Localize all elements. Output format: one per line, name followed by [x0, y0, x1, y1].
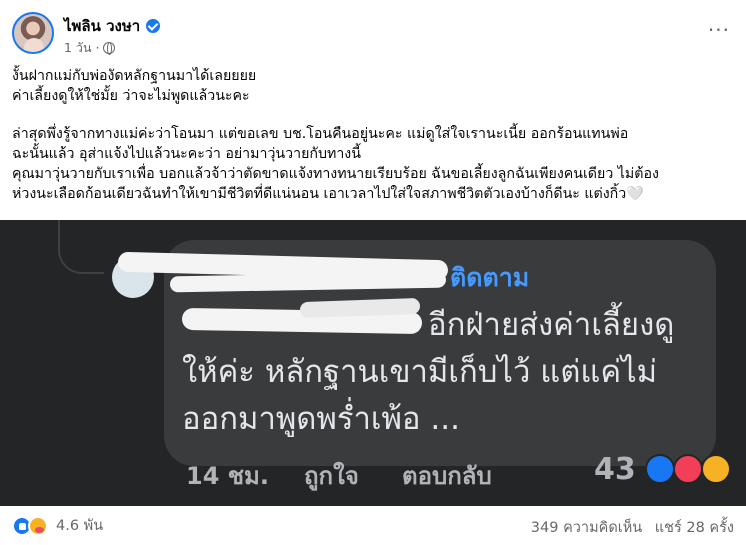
post-header: ไพลิน วงษา 1 วัน · ··· — [12, 10, 734, 58]
globe-icon — [103, 42, 116, 55]
follow-link: ติดตาม — [450, 263, 530, 292]
comment-like: ถูกใจ — [304, 462, 359, 490]
more-options-button[interactable]: ··· — [708, 18, 730, 42]
post-time[interactable]: 1 วัน · — [64, 38, 99, 58]
post-text: งั้นฝากแม่กับพ่องัดหลักฐานมาได้เลยยยย ค่… — [12, 66, 734, 204]
comment-line: ให้ค่ะ หลักฐานเขามีเก็บไว้ แต่แค่ไม่ — [182, 354, 658, 390]
comment-count[interactable]: 349 ความคิดเห็น — [531, 520, 642, 536]
post-paragraph: คุณมาวุ่นวายกับเราเพื่อ บอกแล้วจ้าว่าตัด… — [12, 166, 659, 182]
verified-badge-icon — [146, 19, 161, 33]
reaction-summary[interactable]: 4.6 พัน — [12, 514, 103, 537]
like-reaction-icon — [645, 454, 675, 484]
post-paragraph: ค่าเลี้ยงดูให้ใช่มั้ย ว่าจะไม่พูดแล้วนะค… — [12, 88, 250, 104]
post-paragraph: ห่วงนะเลือดก้อนเดียวฉันทำให้เขามีชีวิตที… — [12, 186, 644, 202]
comment-time: 14 ชม. — [186, 462, 269, 490]
post-paragraph: งั้นฝากแม่กับพ่องัดหลักฐานมาได้เลยยยย — [12, 68, 257, 84]
comment-reply: ตอบกลับ — [402, 462, 492, 490]
author-avatar[interactable] — [12, 12, 54, 54]
heart-reaction-icon — [673, 454, 703, 484]
comment-line: อีกฝ่ายส่งค่าเลี้ยงดู — [428, 307, 675, 343]
post-photo[interactable]: ติดตาม อีกฝ่ายส่งค่าเลี้ยงดู ให้ค่ะ หลัก… — [0, 220, 746, 506]
comment-line: ออกมาพูดพร่ำเพ้อ ... — [182, 401, 460, 437]
care-reaction-icon — [701, 454, 731, 484]
thread-line — [58, 220, 104, 274]
post-meta: 1 วัน · — [64, 38, 116, 58]
post-stats: 349 ความคิดเห็น แชร์ 28 ครั้ง — [523, 516, 734, 539]
post-paragraph: ฉะนั้นแล้ว อุส่าแจ้งไปแล้วนะคะว่า อย่ามา… — [12, 146, 361, 162]
post-paragraph: ล่าสุดพึ่งรู้จากทางแม่ค่ะว่าโอนมา แต่ขอเ… — [12, 126, 629, 142]
comment-reaction-count: 43 — [594, 452, 636, 487]
comment-actions: 14 ชม. ถูกใจ ตอบกลับ — [186, 456, 492, 495]
reaction-count[interactable]: 4.6 พัน — [56, 514, 103, 537]
share-count[interactable]: แชร์ 28 ครั้ง — [655, 520, 734, 536]
author-name-row: ไพลิน วงษา — [64, 14, 161, 38]
post-footer: 4.6 พัน 349 ความคิดเห็น แชร์ 28 ครั้ง — [12, 512, 734, 540]
author-name[interactable]: ไพลิน วงษา — [64, 14, 140, 38]
comment-text: อีกฝ่ายส่งค่าเลี้ยงดู ให้ค่ะ หลักฐานเขาม… — [182, 302, 702, 443]
care-reaction-icon — [28, 515, 48, 536]
